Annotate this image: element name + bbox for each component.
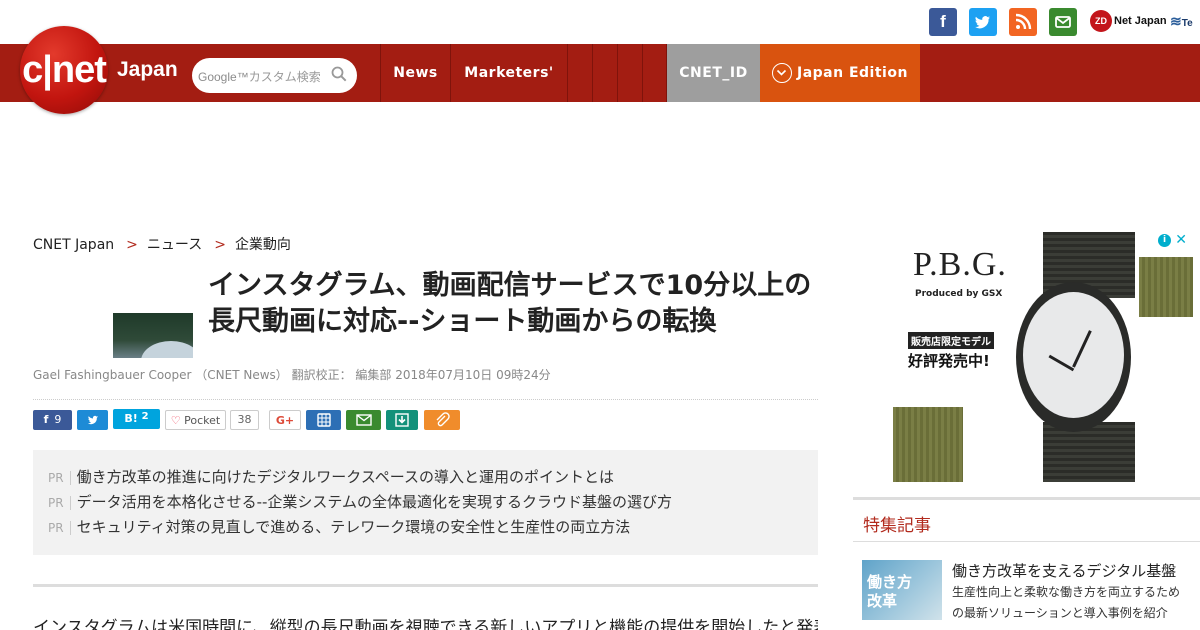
pr-link[interactable]: PR 働き方改革の推進に向けたデジタルワークスペースの導入と運用のポイントとは (48, 466, 614, 487)
nav-item-marketers[interactable]: Marketers' (450, 44, 567, 102)
breadcrumb: CNET Japan > ニュース > 企業動向 (33, 234, 291, 254)
article-body: インスタグラムは米国時間に、縦型の長尺動画を視聴できる新しいアプリと機能の提供を… (33, 618, 818, 630)
logo-text: c|net (22, 49, 107, 91)
utility-bar: f ZD Net Japan ≋Te (0, 0, 1200, 44)
ad-strap-image (1139, 257, 1193, 317)
search-brand: Google™ (198, 70, 249, 84)
pr-link-text: セキュリティ対策の見直しで進める、テレワーク環境の安全性と生産性の両立方法 (76, 518, 631, 536)
clip-button[interactable] (424, 410, 460, 430)
edition-label: Japan Edition (797, 65, 908, 81)
twitter-share-button[interactable] (77, 410, 108, 430)
divider (33, 584, 818, 587)
nav-item-news[interactable]: News (380, 44, 450, 102)
techrepublic-label: Te (1181, 18, 1193, 29)
print-icon (316, 413, 331, 427)
pr-link-text: データ活用を本格化させる--企業システムの全体最適化を実現するクラウド基盤の選び… (76, 493, 672, 511)
article-byline: Gael Fashingbauer Cooper （CNET News） 翻訳校… (33, 368, 551, 382)
facebook-share-button[interactable]: f9 (33, 410, 72, 430)
ad-strap-image (1043, 422, 1135, 482)
rss-icon[interactable] (1009, 8, 1037, 36)
pocket-button[interactable]: ♡ Pocket (165, 410, 226, 430)
mail-icon[interactable] (1049, 8, 1077, 36)
pr-link-text: 働き方改革の推進に向けたデジタルワークスペースの導入と運用のポイントとは (76, 468, 615, 486)
pr-badge: PR (48, 521, 71, 535)
ad-watch-face (1023, 292, 1124, 418)
pocket-count: 38 (230, 410, 259, 430)
mail-icon (355, 414, 372, 426)
ad-brand: P.B.G. (913, 246, 1007, 283)
chevron-down-icon (772, 63, 792, 83)
hatena-count: 2 (141, 411, 149, 422)
divider (853, 541, 1200, 542)
search-input[interactable]: Google™カスタム検索 (192, 58, 357, 93)
close-icon[interactable]: ✕ (1175, 232, 1187, 248)
sidebar-thumbnail-text: 働き方 改革 (867, 573, 913, 610)
nav-item-5[interactable] (617, 44, 642, 102)
print-button[interactable] (306, 410, 341, 430)
main-nav: News Marketers' CNET_ID Japan Edition (0, 44, 1200, 102)
paperclip-icon (436, 412, 450, 427)
save-button[interactable] (386, 410, 418, 430)
search-placeholder-text: カスタム検索 (248, 70, 321, 84)
zdnet-logo-icon: ZD (1090, 10, 1112, 33)
ad-sale-text: 好評発売中! (908, 352, 990, 370)
breadcrumb-separator: > (126, 237, 138, 253)
logo-japan-label: Japan (117, 58, 178, 81)
divider (33, 399, 818, 400)
breadcrumb-separator: > (214, 237, 226, 253)
nav-item-3[interactable] (567, 44, 592, 102)
article-thumbnail (113, 313, 193, 358)
pocket-icon: ♡ (170, 414, 181, 427)
nav-item-4[interactable] (592, 44, 617, 102)
search-placeholder: Google™カスタム検索 (198, 68, 321, 85)
zdnet-japan-link[interactable]: ZD Net Japan (1090, 9, 1167, 33)
google-plus-button[interactable]: G+ (269, 410, 301, 430)
sidebar-desc-line: の最新ソリューションと導入事例を紹介 (952, 606, 1168, 620)
adchoices-icon[interactable]: i (1158, 234, 1171, 247)
divider (853, 497, 1200, 500)
page-title: インスタグラム、動画配信サービスで10分以上の長尺動画に対応--ショート動画から… (208, 270, 812, 337)
ad-strap-image (893, 407, 963, 482)
search-icon[interactable] (331, 66, 347, 82)
pr-badge: PR (48, 496, 71, 510)
ad-limited-badge: 販売店限定モデル (908, 332, 994, 349)
sidebar-thumbnail[interactable]: 働き方 改革 (862, 560, 942, 620)
pr-badge: PR (48, 471, 71, 485)
techrepublic-link[interactable]: ≋Te (1170, 9, 1193, 33)
breadcrumb-category[interactable]: 企業動向 (235, 237, 291, 253)
pr-links-box: PR 働き方改革の推進に向けたデジタルワークスペースの導入と運用のポイントとは P… (33, 450, 818, 555)
facebook-icon[interactable]: f (929, 8, 957, 36)
zdnet-label: Net Japan (1114, 15, 1167, 27)
hatena-bookmark-icon: B! (124, 412, 138, 425)
breadcrumb-home[interactable]: CNET Japan (33, 237, 114, 253)
twitter-icon (87, 415, 98, 425)
sidebar-desc-line: 生産性向上と柔軟な働き方を両立するため (952, 585, 1181, 599)
pocket-label: Pocket (184, 414, 221, 427)
sidebar-article-desc: 生産性向上と柔軟な働き方を両立するため の最新ソリューションと導入事例を紹介 (952, 582, 1180, 624)
facebook-share-count: 9 (54, 413, 62, 426)
sidebar-heading: 特集記事 (863, 516, 931, 536)
email-share-button[interactable] (346, 410, 381, 430)
download-icon (395, 413, 409, 427)
nav-item-6[interactable] (642, 44, 667, 102)
japan-edition-button[interactable]: Japan Edition (760, 44, 920, 102)
advertisement[interactable]: P.B.G. Produced by GSX 販売店限定モデル 好評発売中! i… (893, 232, 1193, 482)
techrepublic-logo-icon: ≋ (1170, 13, 1182, 29)
ad-produced-by: Produced by GSX (915, 289, 1003, 299)
pr-link[interactable]: PR セキュリティ対策の見直しで進める、テレワーク環境の安全性と生産性の両立方法 (48, 516, 630, 537)
cnet-logo[interactable]: c|net (20, 26, 108, 114)
breadcrumb-news[interactable]: ニュース (147, 237, 202, 253)
cnet-id-link[interactable]: CNET_ID (667, 44, 760, 102)
sidebar-article-title[interactable]: 働き方改革を支えるデジタル基盤 (952, 560, 1176, 581)
facebook-icon: f (43, 413, 49, 426)
hatena-bookmark-button[interactable]: B! 2 (113, 409, 160, 429)
twitter-icon[interactable] (969, 8, 997, 36)
pr-link[interactable]: PR データ活用を本格化させる--企業システムの全体最適化を実現するクラウド基盤の… (48, 491, 672, 512)
